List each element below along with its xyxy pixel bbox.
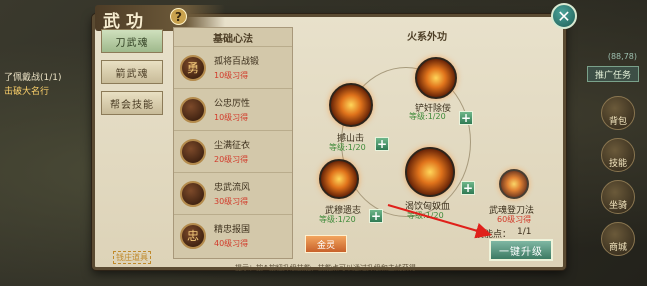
basic-skill-icon: 忠 [180, 222, 206, 249]
basic-skill-name: 尘满征衣 [214, 141, 251, 151]
basic-skill-name: 孤将百战锻 [214, 57, 260, 67]
basic-skill-icon [180, 96, 206, 123]
quest-target-text: 击破大名行 [4, 87, 50, 97]
tab-guild-skills[interactable]: 帮会技能 [101, 91, 163, 115]
basic-skill-req: 30级习得 [214, 197, 249, 206]
skill-orb-wuhun[interactable] [499, 169, 529, 199]
skill-button[interactable]: 技能 [601, 138, 635, 172]
basic-skill-icon [180, 138, 206, 165]
upgrade-plus-chanjian[interactable]: + [459, 111, 473, 125]
upgrade-plus-keyin[interactable]: + [461, 181, 475, 195]
basic-skill-row[interactable]: 勇 孤将百战锻 10级习得 [174, 46, 292, 88]
skill-req-wuhun: 60级习得 [497, 215, 532, 224]
tab-arrow-soul[interactable]: 箭武魂 [101, 60, 163, 84]
horse-button[interactable]: 坐骑 [601, 180, 635, 214]
basic-header: 基础心法 [213, 33, 253, 45]
gold-spirit-button[interactable]: 金灵 [305, 235, 347, 253]
basic-skill-icon [180, 180, 206, 207]
martial-arts-panel: 武功 ? ✕ 刀武魂 箭武魂 帮会技能 钱庄道具 基础心法 勇 孤将百战锻 10… [92, 3, 577, 272]
basic-skill-row[interactable]: 忠 精忠报国 40级习得 [174, 214, 292, 256]
skill-level-wumu: 等级:1/20 [319, 215, 356, 224]
skill-orb-wumu[interactable] [319, 159, 359, 199]
fire-header: 火系外功 [407, 31, 447, 43]
basic-skill-row[interactable]: 忠武流风 30级习得 [174, 172, 292, 214]
help-icon[interactable]: ? [170, 8, 187, 25]
skill-orb-hanshan[interactable] [329, 83, 373, 127]
basic-skill-row[interactable]: 公忠厉性 10级习得 [174, 88, 292, 130]
basic-skill-req: 10级习得 [214, 71, 249, 80]
upgrade-plus-wumu[interactable]: + [369, 209, 383, 223]
upgrade-plus-hanshan[interactable]: + [375, 137, 389, 151]
basic-skill-req: 10级习得 [214, 113, 249, 122]
basic-skill-req: 40级习得 [214, 239, 249, 248]
basic-skill-row[interactable]: 尘满征衣 20级习得 [174, 130, 292, 172]
fire-external-column: 火系外功 撼山击 等级:1/20 + 铲奸除佞 等级:1/20 + 武穆遗志 等… [299, 27, 565, 267]
right-hud: (88,78) 推广任务 背包 技能 坐骑 商城 [587, 0, 647, 286]
bank-item-badge: 钱庄道具 [113, 251, 151, 264]
basic-skill-name: 精忠报国 [214, 225, 251, 235]
basic-skill-name: 公忠厉性 [214, 99, 251, 109]
basic-skill-req: 20级习得 [214, 155, 249, 164]
quest-progress-text: 了佩戴战(1/1) [4, 73, 62, 83]
basic-skill-icon: 勇 [180, 54, 206, 81]
left-hud: 了佩戴战(1/1) 击破大名行 [0, 0, 92, 286]
one-click-upgrade-button[interactable]: 一键升级 [489, 239, 553, 261]
tip-text: 提示：按↑按钮升级技能，技能点可以通过升级和主线获得 [235, 264, 416, 272]
promo-quest-tag[interactable]: 推广任务 [587, 66, 639, 82]
bag-button[interactable]: 背包 [601, 96, 635, 130]
shop-button[interactable]: 商城 [601, 222, 635, 256]
close-button[interactable]: ✕ [551, 3, 577, 29]
skill-points-value: 1/1 [517, 227, 532, 237]
skill-level-keyin: 等级:1/20 [407, 211, 444, 220]
tab-saber-soul[interactable]: 刀武魂 [101, 29, 163, 53]
skill-level-hanshan: 等级:1/20 [329, 143, 366, 152]
skill-orb-chanjian[interactable] [415, 57, 457, 99]
category-tabs: 刀武魂 箭武魂 帮会技能 [101, 29, 169, 122]
basic-mind-column: 基础心法 勇 孤将百战锻 10级习得 公忠厉性 10级习得 尘满征衣 20级习得… [173, 27, 293, 259]
skill-level-chanjian: 等级:1/20 [409, 112, 446, 121]
map-coordinates: (88,78) [607, 52, 637, 61]
basic-skill-name: 忠武流风 [214, 183, 251, 193]
skill-orb-keyin[interactable] [405, 147, 455, 197]
